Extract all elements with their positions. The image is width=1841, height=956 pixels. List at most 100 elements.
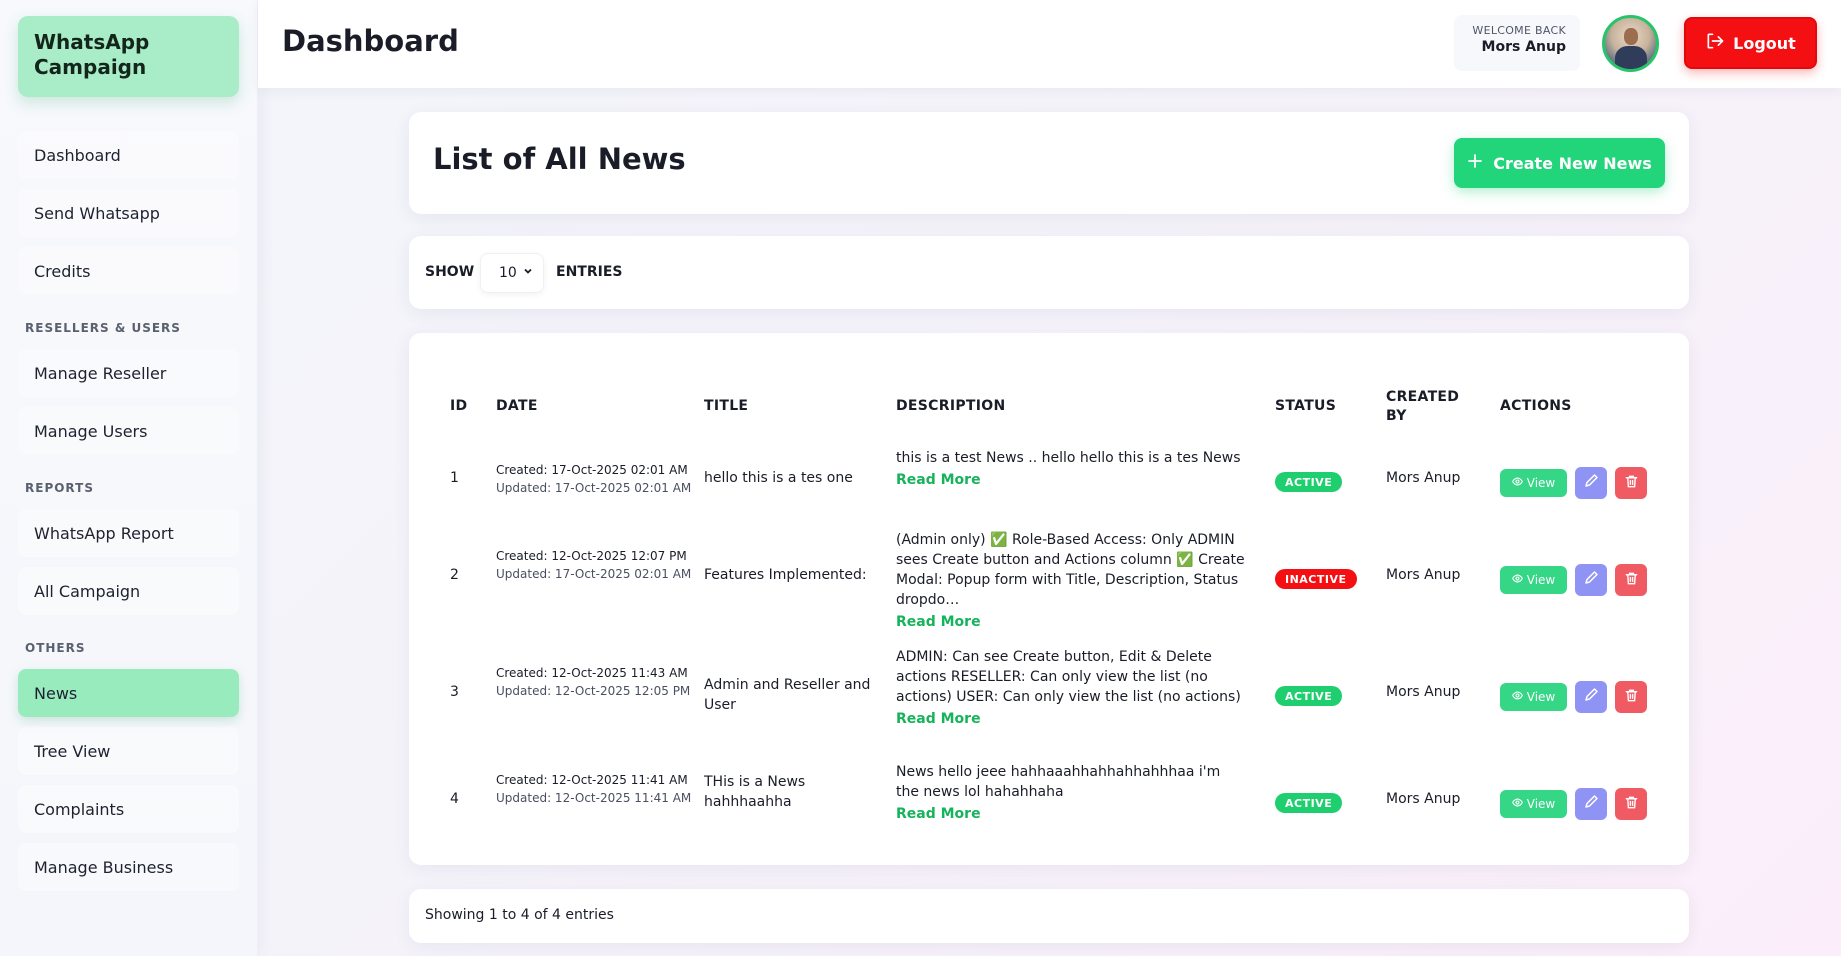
edit-button[interactable] [1575,681,1607,713]
row-id: 4 [450,791,459,807]
pencil-icon [1583,687,1599,707]
date-created: Created: 12-Oct-2025 12:07 PM [496,549,687,563]
row-id: 1 [450,470,459,486]
welcome-label: WELCOME BACK [1472,24,1566,37]
trash-icon [1624,688,1639,707]
column-header-actions: ACTIONS [1500,398,1572,414]
row-description: (Admin only) ✅ Role-Based Access: Only A… [896,530,1246,630]
avatar-body [1615,46,1647,69]
sidebar-item-news[interactable]: News [18,669,239,717]
sidebar-item-dashboard[interactable]: Dashboard [18,131,239,179]
table-row: 3 Created: 12-Oct-2025 11:43 AM Updated:… [409,639,1689,755]
date-created: Created: 12-Oct-2025 11:41 AM [496,773,688,787]
sidebar-item-label: Manage Business [34,857,174,877]
sidebar-item-label: Tree View [34,741,111,761]
eye-icon [1511,573,1523,587]
entries-select[interactable]: 10 [480,253,544,293]
news-table-card: ID DATE TITLE DESCRIPTION STATUS CREATED… [409,333,1689,865]
read-more-link[interactable]: Read More [896,472,981,488]
edit-button[interactable] [1575,467,1607,499]
logout-icon [1705,31,1725,55]
sidebar-item-manage-reseller[interactable]: Manage Reseller [18,349,239,397]
date-created: Created: 12-Oct-2025 11:43 AM [496,666,688,680]
sidebar-section-resellers-users: RESELLERS & USERS [25,321,181,335]
pagination-info: Showing 1 to 4 of 4 entries [425,907,614,923]
sidebar-item-tree-view[interactable]: Tree View [18,727,239,775]
pencil-icon [1583,570,1599,590]
brand-line-1: WhatsApp [34,30,150,54]
column-header-description: DESCRIPTION [896,398,1006,414]
delete-button[interactable] [1615,564,1647,596]
table-row: 4 Created: 12-Oct-2025 11:41 AM Updated:… [409,755,1689,851]
sidebar-item-label: Credits [34,261,91,281]
sidebar-item-manage-business[interactable]: Manage Business [18,843,239,891]
sidebar-section-others: OTHERS [25,641,86,655]
edit-button[interactable] [1575,564,1607,596]
view-label: View [1526,797,1556,811]
description-text: News hello jeee hahhaaahhahhahhahhhaa i'… [896,764,1221,800]
brand-line-2: Campaign [34,55,147,79]
column-header-id: ID [450,398,468,414]
chevron-down-icon [523,265,533,279]
sidebar-item-manage-users[interactable]: Manage Users [18,407,239,455]
entries-select-value: 10 [499,265,517,281]
view-button[interactable]: View [1500,790,1567,818]
date-updated: Updated: 17-Oct-2025 02:01 AM [496,567,692,581]
delete-button[interactable] [1615,681,1647,713]
sidebar-item-send-whatsapp[interactable]: Send Whatsapp [18,189,239,237]
row-title: Features Implemented: [704,567,867,583]
table-row: 1 Created: 17-Oct-2025 02:01 AM Updated:… [409,443,1689,523]
edit-button[interactable] [1575,788,1607,820]
avatar[interactable] [1602,15,1659,72]
description-text: ADMIN: Can see Create button, Edit & Del… [896,649,1241,705]
trash-icon [1624,474,1639,493]
status-badge: ACTIVE [1275,793,1343,813]
view-button[interactable]: View [1500,469,1567,497]
create-news-button[interactable]: Create New News [1454,138,1665,188]
sidebar-item-whatsapp-report[interactable]: WhatsApp Report [18,509,239,557]
date-updated: Updated: 12-Oct-2025 11:41 AM [496,791,692,805]
sidebar-item-credits[interactable]: Credits [18,247,239,295]
logout-button[interactable]: Logout [1684,17,1817,69]
table-row: 2 Created: 12-Oct-2025 12:07 PM Updated:… [409,523,1689,639]
row-created-by: Mors Anup [1386,684,1461,700]
status-badge: INACTIVE [1275,569,1357,589]
status-badge: ACTIVE [1275,472,1343,492]
row-id: 3 [450,684,459,700]
view-button[interactable]: View [1500,683,1567,711]
read-more-link[interactable]: Read More [896,614,981,630]
sidebar-section-reports: REPORTS [25,481,94,495]
plus-icon [1467,153,1483,173]
sidebar-item-all-campaign[interactable]: All Campaign [18,567,239,615]
row-created-by: Mors Anup [1386,791,1461,807]
description-text: this is a test News .. hello hello this … [896,450,1241,466]
sidebar-item-label: Dashboard [34,145,121,165]
row-id: 2 [450,567,459,583]
brand-logo[interactable]: WhatsApp Campaign [18,16,239,97]
sidebar-item-label: Complaints [34,799,125,819]
view-button[interactable]: View [1500,566,1567,594]
description-text: (Admin only) ✅ Role-Based Access: Only A… [896,532,1245,608]
top-header: Dashboard WELCOME BACK Mors Anup Logout [258,0,1841,88]
news-title-card: List of All News Create New News [409,112,1689,214]
eye-icon [1511,797,1523,811]
read-more-link[interactable]: Read More [896,806,981,822]
date-updated: Updated: 17-Oct-2025 02:01 AM [496,481,692,495]
create-news-label: Create New News [1493,153,1652,173]
sidebar-item-label: News [34,683,78,703]
delete-button[interactable] [1615,788,1647,820]
sidebar: WhatsApp Campaign Dashboard Send Whatsap… [0,0,258,956]
read-more-link[interactable]: Read More [896,711,981,727]
sidebar-item-complaints[interactable]: Complaints [18,785,239,833]
column-header-date: DATE [496,398,538,414]
column-header-status: STATUS [1275,398,1337,414]
page-title: Dashboard [282,24,459,58]
news-list-title: List of All News [433,142,686,176]
column-header-created: CREATED [1386,389,1460,405]
delete-button[interactable] [1615,467,1647,499]
sidebar-item-label: Send Whatsapp [34,203,160,223]
sidebar-item-label: WhatsApp Report [34,523,174,543]
row-description: ADMIN: Can see Create button, Edit & Del… [896,647,1246,727]
pagination-info-card: Showing 1 to 4 of 4 entries [409,889,1689,943]
status-badge: ACTIVE [1275,686,1343,706]
